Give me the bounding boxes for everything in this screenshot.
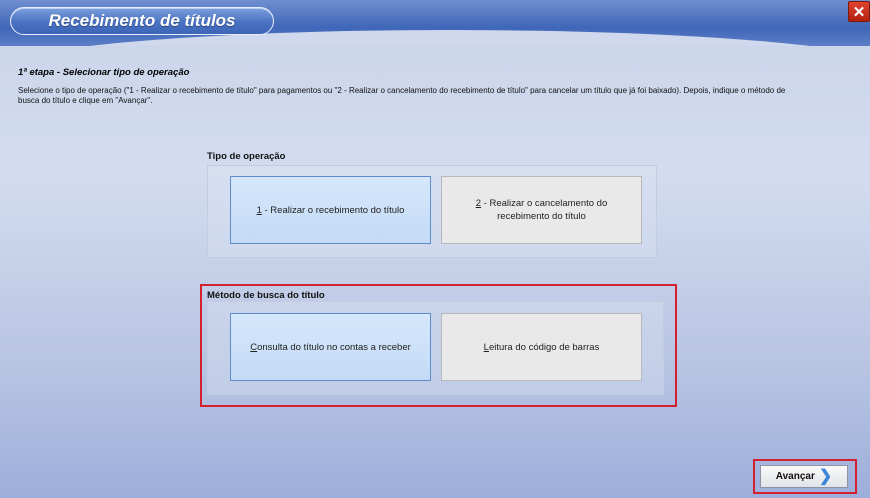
next-button-label: Avançar [775,471,815,482]
search-option-barcode[interactable]: Leitura do código de barras [441,313,642,381]
search-option-receivables-label: Consulta do título no contas a receber [250,341,411,353]
close-button[interactable]: ✕ [848,1,870,22]
window-title-pill: Recebimento de títulos [10,7,274,35]
step-title: 1ª etapa - Selecionar tipo de operação [18,67,190,78]
step-instructions: Selecione o tipo de operação ("1 - Reali… [18,86,786,105]
operation-option-cancel-label: 2 - Realizar o cancelamento do recebimen… [475,198,608,222]
search-option-barcode-label: Leitura do código de barras [483,341,600,353]
close-icon: ✕ [852,3,866,21]
operation-option-receive[interactable]: 1 - Realizar o recebimento do título [230,176,431,244]
search-option-receivables[interactable]: Consulta do título no contas a receber [230,313,431,381]
operation-group-label: Tipo de operação [207,151,286,162]
search-group-label: Método de busca do título [207,290,325,301]
next-button[interactable]: Avançar ❯ [760,465,848,488]
window-title: Recebimento de títulos [48,11,236,30]
operation-option-cancel[interactable]: 2 - Realizar o cancelamento do recebimen… [441,176,642,244]
title-bar: Recebimento de títulos [0,0,870,46]
chevron-right-icon: ❯ [818,467,833,485]
operation-option-receive-label: 1 - Realizar o recebimento do título [256,204,405,216]
